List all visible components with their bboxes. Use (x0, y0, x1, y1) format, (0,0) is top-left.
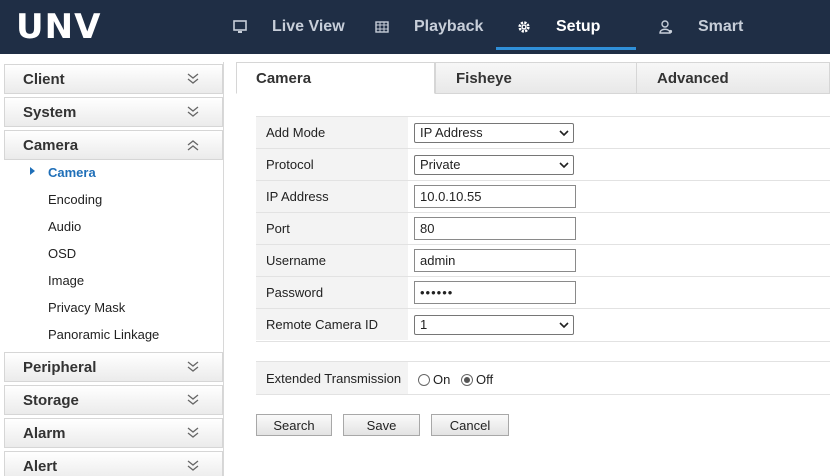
port-input[interactable]: 80 (414, 217, 576, 240)
nav-smart[interactable]: Smart (658, 0, 743, 54)
nav-live-view[interactable]: Live View (232, 0, 345, 54)
remote-camera-id-label: Remote Camera ID (256, 309, 408, 340)
sidebar-item-audio[interactable]: Audio (48, 217, 81, 237)
extended-transmission-off-radio[interactable]: Off (461, 372, 493, 387)
port-row: Port 80 (256, 212, 830, 244)
sidebar-section-client[interactable]: Client (4, 64, 223, 94)
sidebar-item-osd[interactable]: OSD (48, 244, 76, 264)
remote-camera-id-select[interactable]: 1 (414, 315, 574, 335)
password-label: Password (256, 277, 408, 308)
chevron-down-icon (187, 73, 199, 84)
extended-transmission-on-radio[interactable]: On (418, 372, 450, 387)
nav-live-view-label: Live View (272, 18, 345, 35)
save-button[interactable]: Save (343, 414, 420, 436)
sidebar-section-label: Storage (23, 391, 79, 409)
nav-smart-label: Smart (698, 18, 744, 35)
protocol-row: Protocol Private (256, 148, 830, 180)
add-mode-row: Add Mode IP Address (256, 116, 830, 148)
sidebar-section-label: Client (23, 70, 65, 88)
chevron-down-icon (187, 106, 199, 117)
ip-address-row: IP Address 10.0.10.55 (256, 180, 830, 212)
sidebar-item-image[interactable]: Image (48, 271, 84, 291)
sidebar-section-alert[interactable]: Alert (4, 451, 223, 476)
add-mode-value: IP Address (420, 125, 483, 140)
ip-address-input[interactable]: 10.0.10.55 (414, 185, 576, 208)
password-input[interactable]: •••••• (414, 281, 576, 304)
sidebar-item-privacy-mask[interactable]: Privacy Mask (48, 298, 125, 318)
chevron-up-icon (187, 140, 199, 151)
nav-playback-label: Playback (414, 18, 484, 35)
extended-transmission-label: Extended Transmission (256, 362, 408, 394)
remote-camera-id-row: Remote Camera ID 1 (256, 308, 830, 340)
sidebar-section-camera[interactable]: Camera (4, 130, 223, 160)
chevron-down-icon (559, 322, 569, 329)
nav-playback[interactable]: Playback (374, 0, 483, 54)
search-button[interactable]: Search (256, 414, 332, 436)
sidebar-section-peripheral[interactable]: Peripheral (4, 352, 223, 382)
top-nav-bar: UNV Live View Playback Setup Smart (0, 0, 830, 54)
sidebar-section-label: Alarm (23, 424, 66, 442)
sidebar-section-label: Camera (23, 136, 79, 154)
chevron-down-icon (187, 460, 199, 471)
radio-checked-icon (461, 373, 473, 386)
tab-fisheye[interactable]: Fisheye (435, 62, 637, 94)
cancel-button[interactable]: Cancel (431, 414, 509, 436)
username-label: Username (256, 245, 408, 276)
tab-camera[interactable]: Camera (236, 62, 435, 94)
sidebar-item-encoding[interactable]: Encoding (48, 190, 102, 210)
username-row: Username admin (256, 244, 830, 276)
sidebar-item-panoramic-linkage[interactable]: Panoramic Linkage (48, 325, 159, 345)
protocol-value: Private (420, 157, 461, 172)
active-nav-indicator (496, 47, 636, 50)
sidebar-section-label: Peripheral (23, 358, 97, 376)
chevron-down-icon (559, 162, 569, 169)
ip-address-label: IP Address (256, 181, 408, 212)
chevron-down-icon (187, 361, 199, 372)
protocol-label: Protocol (256, 149, 408, 180)
film-icon (374, 19, 390, 35)
sidebar: Client System Camera Camera Encoding Aud… (0, 62, 224, 476)
monitor-icon (232, 19, 248, 35)
sidebar-item-camera[interactable]: Camera (48, 163, 96, 183)
tab-fisheye-label: Fisheye (456, 69, 512, 87)
gear-icon (516, 19, 532, 35)
form-divider (256, 341, 830, 342)
radio-off-label: Off (476, 372, 494, 387)
radio-unchecked-icon (418, 373, 430, 386)
password-row: Password •••••• (256, 276, 830, 308)
active-item-caret-icon (30, 167, 35, 175)
remote-camera-id-value: 1 (420, 317, 428, 332)
protocol-select[interactable]: Private (414, 155, 574, 175)
sidebar-section-storage[interactable]: Storage (4, 385, 223, 415)
sidebar-section-system[interactable]: System (4, 97, 223, 127)
radio-on-label: On (433, 372, 451, 387)
tab-bar: Camera Fisheye Advanced (236, 62, 830, 94)
sidebar-section-label: System (23, 103, 77, 121)
tab-advanced-label: Advanced (657, 69, 729, 87)
add-mode-label: Add Mode (256, 117, 408, 148)
nav-setup[interactable]: Setup (516, 0, 600, 54)
port-label: Port (256, 213, 408, 244)
person-icon (658, 19, 674, 35)
extended-transmission-row: Extended Transmission On Off (256, 361, 830, 395)
add-mode-select[interactable]: IP Address (414, 123, 574, 143)
sidebar-section-label: Alert (23, 457, 58, 475)
unv-logo: UNV (16, 7, 102, 47)
nav-setup-label: Setup (556, 18, 601, 35)
username-input[interactable]: admin (414, 249, 576, 272)
chevron-down-icon (187, 394, 199, 405)
chevron-down-icon (559, 130, 569, 137)
chevron-down-icon (187, 427, 199, 438)
tab-advanced[interactable]: Advanced (636, 62, 830, 94)
tab-camera-label: Camera (256, 69, 312, 87)
sidebar-section-alarm[interactable]: Alarm (4, 418, 223, 448)
